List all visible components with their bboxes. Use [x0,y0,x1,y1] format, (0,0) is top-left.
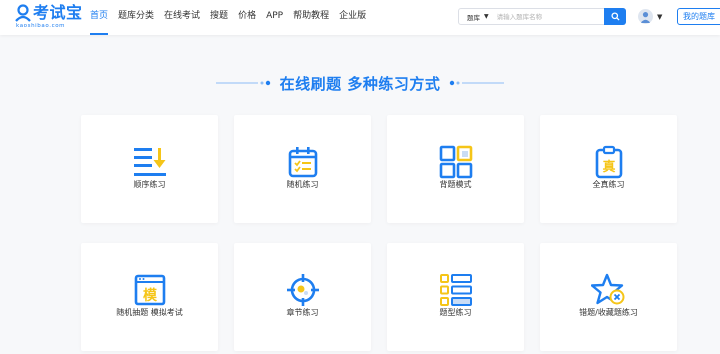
section-title: 在线刷题 多种练习方式 [279,74,441,93]
user-icon [640,12,651,23]
logo-mark: 考试宝 [14,4,83,22]
practice-card-question-type[interactable]: 题型练习 [387,243,524,351]
practice-card-chapter[interactable]: 章节练习 [234,243,371,351]
logo-icon [15,4,31,22]
logo-domain: kaoshibao.com [16,23,66,29]
title-decoration-left-icon [215,80,270,86]
practice-card-random[interactable]: 随机练习 [234,115,371,223]
nav-categories[interactable]: 题库分类 [118,0,154,35]
search-input[interactable] [496,12,595,21]
mock-exam-window-icon: 模 [130,270,170,310]
nav-help[interactable]: 帮助教程 [293,0,329,35]
card-label: 错题/收藏题练习 [579,308,638,317]
search-scope-label: 题库 [467,13,480,22]
title-decoration-right-icon [450,80,505,86]
nav-app[interactable]: APP [266,0,283,35]
site-logo[interactable]: 考试宝 kaoshibao.com [14,4,86,32]
card-label: 随机练习 [286,180,319,189]
card-label: 章节练习 [286,308,319,317]
caret-down-icon: ▼ [657,12,663,21]
card-label: 全真练习 [592,180,625,189]
nav-online-exam[interactable]: 在线考试 [164,0,200,35]
sequential-list-icon [130,142,170,182]
card-label: 顺序练习 [133,180,166,189]
search-icon [610,12,620,21]
question-type-list-icon [436,270,476,310]
caret-down-icon: ▼ [484,13,489,20]
logo-text: 考试宝 [33,3,83,22]
practice-card-mock-exam[interactable]: 模 随机抽题 模拟考试 [81,243,218,351]
calendar-random-icon [283,142,323,182]
star-mistake-icon [589,270,629,310]
practice-card-mistakes-favorites[interactable]: 错题/收藏题练习 [540,243,677,351]
nav-enterprise[interactable]: 企业版 [339,0,366,35]
card-label: 题型练习 [439,308,472,317]
avatar [638,9,653,24]
clipboard-real-icon: 真 [589,142,629,182]
nav-home[interactable]: 首页 [90,0,109,35]
practice-card-real-exam[interactable]: 真 全真练习 [540,115,677,223]
svg-text:模: 模 [143,287,158,304]
user-menu[interactable]: ▼ [638,9,662,24]
target-chapter-icon [283,270,323,310]
practice-card-sequential[interactable]: 顺序练习 [81,115,218,223]
search-scope-select[interactable]: 题库 ▼ [459,12,489,22]
section-header: 在线刷题 多种练习方式 [0,73,720,93]
nav-search-questions[interactable]: 搜题 [210,0,228,35]
search-bar: 题库 ▼ [458,8,626,25]
top-header: 考试宝 kaoshibao.com 首页 题库分类 在线考试 搜题 价格 APP… [0,0,720,35]
svg-text:真: 真 [602,159,615,175]
my-question-bank-button[interactable]: 我的题库 [677,8,720,25]
card-label: 背题模式 [439,180,472,189]
search-button[interactable] [604,8,626,25]
card-label: 随机抽题 模拟考试 [116,308,183,317]
practice-card-memorize[interactable]: 背题模式 [387,115,524,223]
nav-pricing[interactable]: 价格 [238,0,256,35]
grid-memorize-icon [436,142,476,182]
main-nav: 首页 题库分类 在线考试 搜题 价格 APP 帮助教程 企业版 [90,0,376,35]
